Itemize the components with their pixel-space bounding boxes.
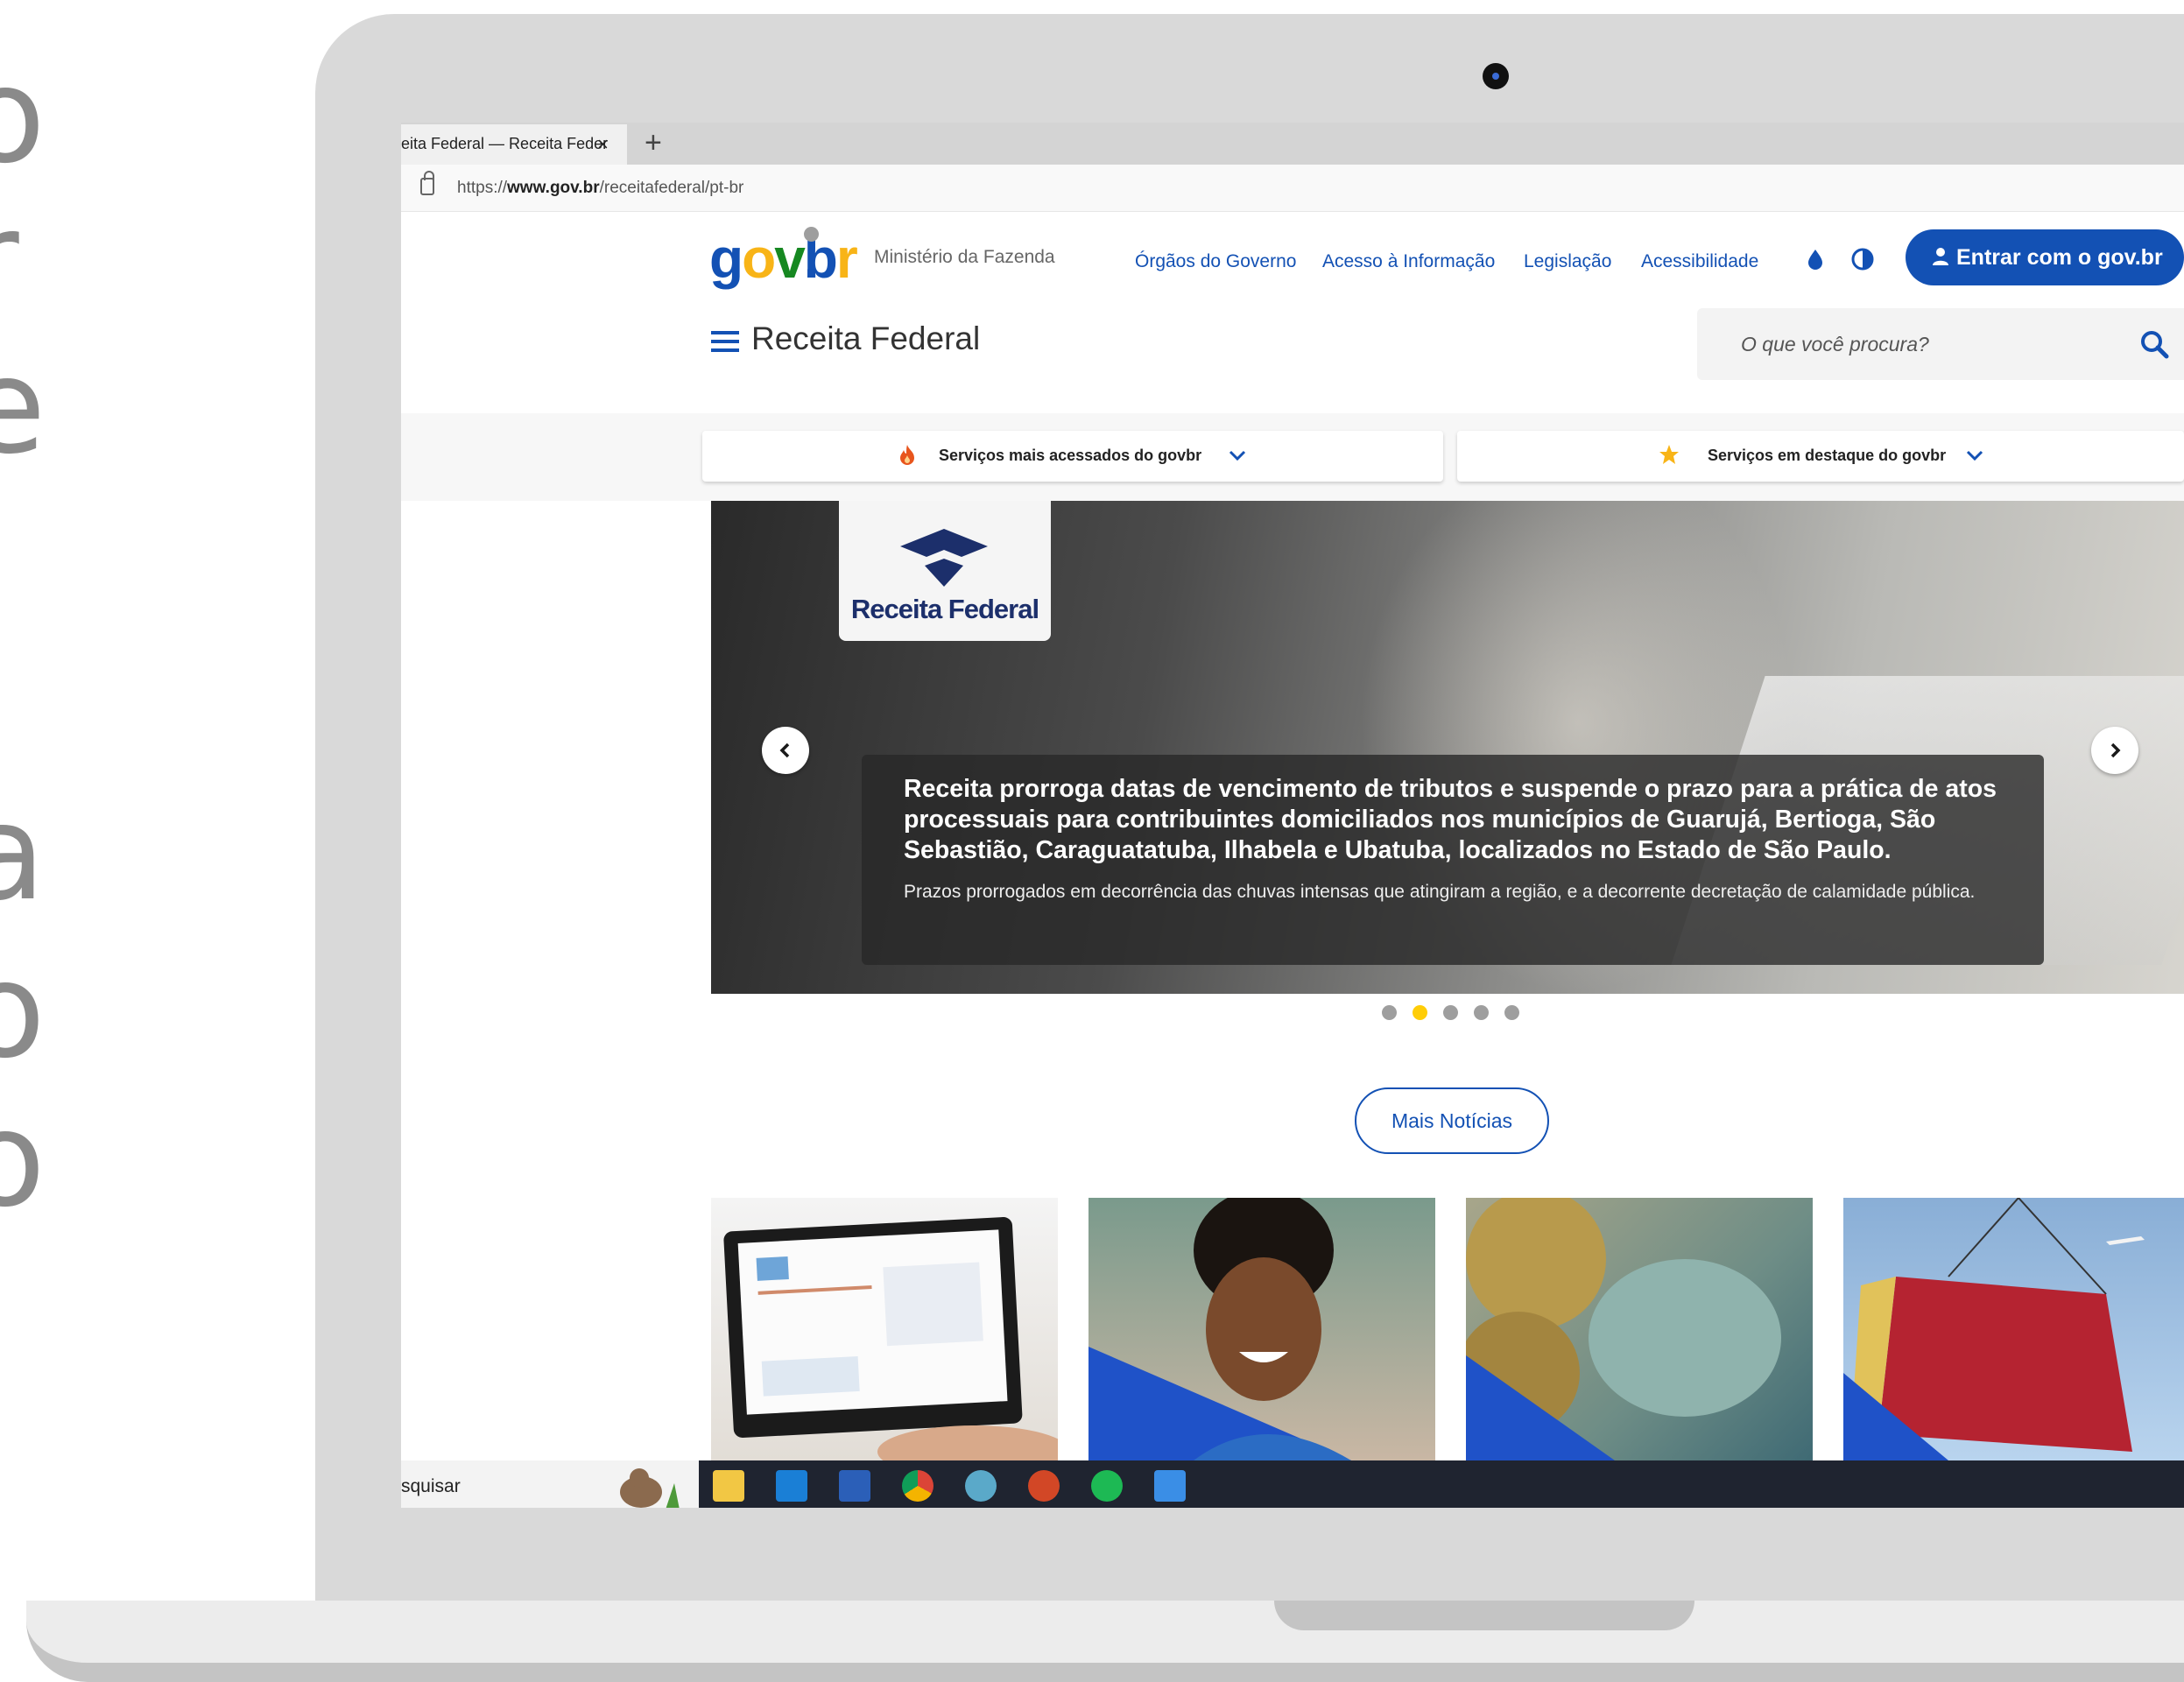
news-card-ecac[interactable] [711,1198,1058,1460]
carousel-dot-2[interactable] [1413,1005,1427,1020]
photos-icon[interactable] [1154,1470,1186,1502]
badger-mascot-icon [620,1468,680,1508]
url-text[interactable]: https://www.gov.br/receitafederal/pt-br [457,179,743,198]
more-news-button[interactable]: Mais Notícias [1355,1087,1549,1154]
chrome-profile-icon[interactable] [965,1470,997,1502]
currency-photo [1466,1198,1781,1460]
edge-letter-5: o [0,935,46,1087]
powerpoint-icon[interactable] [1028,1470,1060,1502]
services-featured-label: Serviços em destaque do govbr [1708,447,1947,464]
mail-icon[interactable] [776,1470,807,1502]
menu-icon[interactable] [711,329,739,354]
carousel-indicators [1382,1005,1539,1023]
login-label: Entrar com o gov.br [1956,245,2163,270]
chevron-down-icon [1229,450,1246,461]
news-card-container[interactable] [1843,1198,2184,1460]
chevron-left-icon [779,742,790,758]
login-govbr-button[interactable]: Entrar com o gov.br [1906,229,2184,285]
logo-letter: v [774,227,806,290]
site-header: gov. br Ministério da Fazenda Órgãos do G… [401,212,2184,405]
fire-icon [900,445,914,465]
govbr-logo[interactable]: gov. br [709,227,858,290]
star-icon [1659,445,1679,464]
edge-letter-1: o [0,40,46,193]
word-icon[interactable] [839,1470,870,1502]
smiling-woman-photo [1088,1198,1351,1460]
laptop-screen: eita Federal — Receita Feder × + https:/… [401,123,2184,1508]
edge-letter-4: a [0,778,46,930]
search-icon[interactable] [2139,329,2169,359]
nav-legislacao[interactable]: Legislação [1524,251,1611,272]
url-domain: www.gov.br [507,179,600,197]
new-tab-icon[interactable]: + [645,126,662,160]
news-card-woman[interactable] [1088,1198,1435,1460]
news-card-currency[interactable] [1466,1198,1813,1460]
carousel-dot-5[interactable] [1504,1005,1519,1020]
edge-letter-2: r [0,194,19,326]
receita-federal-logo-text: Receita Federal [850,594,1039,624]
chevron-down-icon [1966,450,1983,461]
address-bar[interactable]: https://www.gov.br/receitafederal/pt-br [401,165,2184,212]
news-carousel[interactable]: Receita Federal Receita prorroga datas d… [711,501,2184,994]
taskbar-search-text: squisar [401,1476,461,1496]
browser-tab[interactable]: eita Federal — Receita Feder × [401,124,627,165]
carousel-dot-4[interactable] [1474,1005,1489,1020]
ministry-name: Ministério da Fazenda [874,247,1055,267]
url-path: /receitafederal/pt-br [599,179,744,197]
cookie-drop-icon[interactable] [1802,246,1828,272]
nav-acesso-a-informacao[interactable]: Acesso à Informação [1322,251,1495,272]
carousel-dot-1[interactable] [1382,1005,1397,1020]
logo-letter: o [742,227,776,290]
edge-letter-6: o [0,1084,46,1236]
logo-letter: r [835,227,858,290]
carousel-headline[interactable]: Receita prorroga datas de vencimento de … [904,774,2002,866]
services-most-accessed-label: Serviços mais acessados do govbr [939,447,1202,464]
carousel-next-button[interactable] [2091,727,2138,774]
url-prefix: https:// [457,179,508,197]
carousel-dot-3[interactable] [1443,1005,1458,1020]
tab-close-icon[interactable]: × [597,133,609,156]
tab-title: eita Federal — Receita Feder [401,135,609,152]
carousel-caption[interactable]: Receita prorroga datas de vencimento de … [862,755,2044,965]
carousel-prev-button[interactable] [762,727,809,774]
services-most-accessed-dropdown[interactable]: Serviços mais acessados do govbr [702,431,1443,482]
site-title[interactable]: Receita Federal [751,320,980,357]
spotify-icon[interactable] [1091,1470,1123,1502]
receita-federal-emblem-icon [900,529,988,587]
contrast-icon[interactable] [1849,246,1876,272]
lock-icon[interactable] [420,171,434,195]
logo-letter: g [709,227,743,290]
logo-letter: . [803,227,820,290]
chevron-right-icon [2110,742,2121,758]
browser-tab-bar: eita Federal — Receita Feder × + [401,123,2184,165]
chrome-icon[interactable] [902,1470,933,1502]
ecac-monitor-illustration [723,1217,1058,1460]
os-taskbar: squisar [401,1460,2184,1508]
nav-orgaos-do-governo[interactable]: Órgãos do Governo [1135,251,1296,272]
search-input[interactable]: O que você procura? [1697,308,2184,380]
webcam [1483,63,1509,89]
file-explorer-icon[interactable] [713,1470,744,1502]
carousel-subtext: Prazos prorrogados em decorrência das ch… [904,882,1976,902]
cargo-container-photo [1843,1198,2145,1460]
user-icon [1933,248,1948,265]
laptop-notch [1274,1601,1694,1630]
nav-acessibilidade[interactable]: Acessibilidade [1641,251,1758,272]
services-featured-dropdown[interactable]: Serviços em destaque do govbr [1457,431,2184,482]
laptop-base [26,1601,2184,1682]
edge-letter-3: e [0,331,46,483]
receita-federal-logo: Receita Federal [839,501,1051,641]
search-placeholder: O que você procura? [1741,333,1929,355]
